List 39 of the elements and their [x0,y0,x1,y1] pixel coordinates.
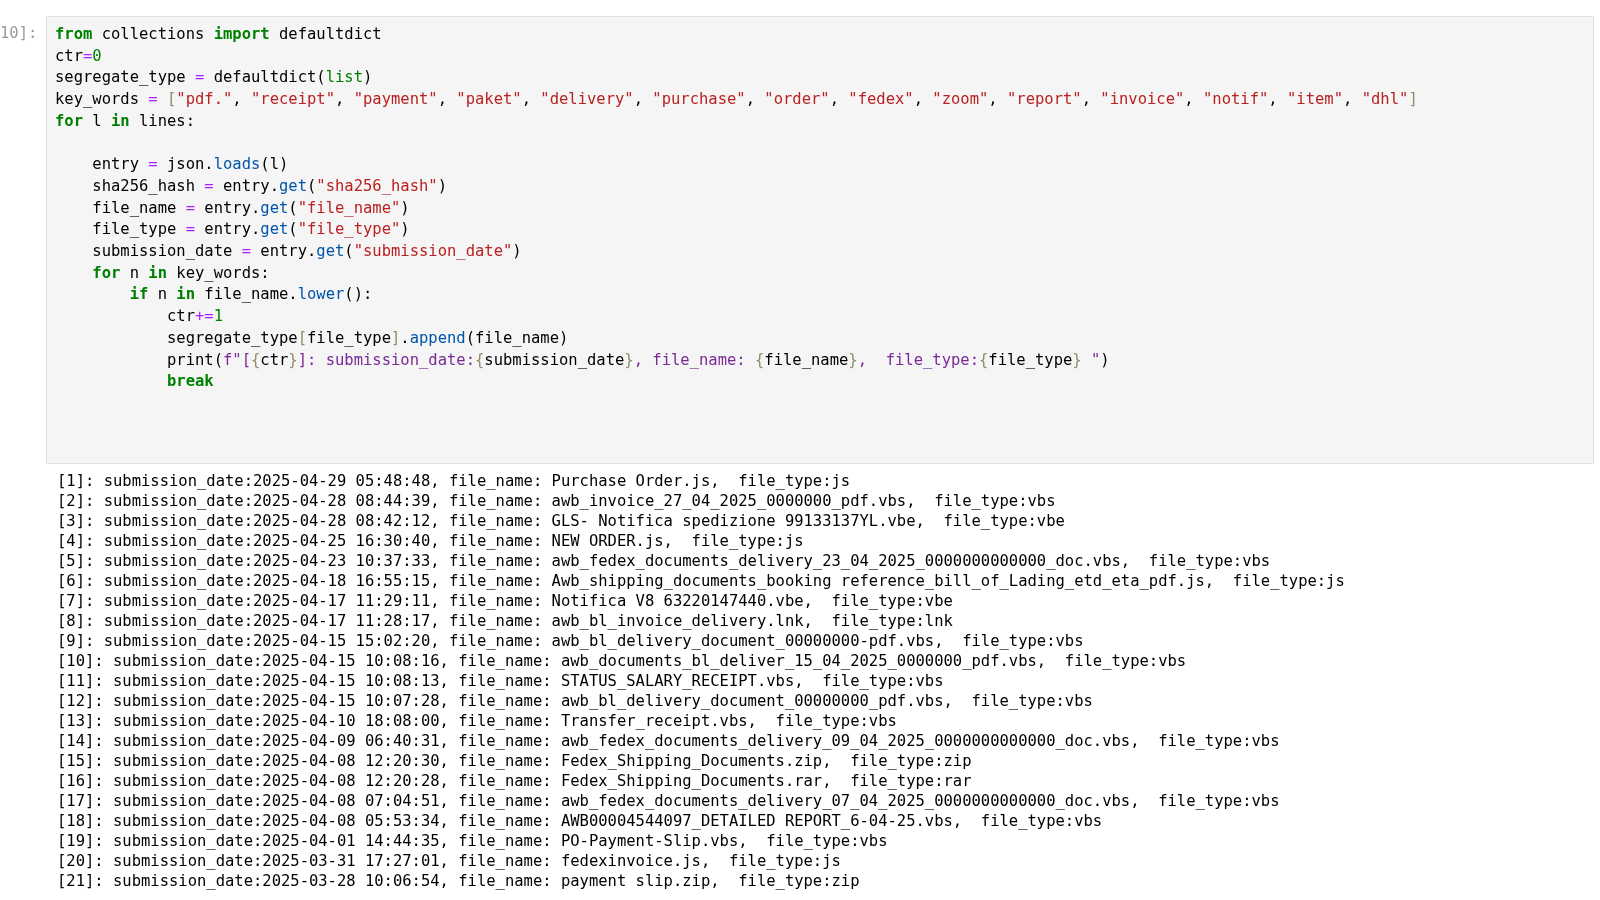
output-line: [6]: submission_date:2025-04-18 16:55:15, file_name: Awb_shipping_documents_booking reference_bill_of_Lading_etd_eta_pdf.js, file_type:js [57,570,1346,591]
output-line: [15]: submission_date:2025-04-08 12:20:30, file_name: Fedex_Shipping_Documents.zip, file_type:zip [57,750,973,771]
code-line: key_words = ["pdf.", "receipt", "payment", "paket", "delivery", "purchase", "order", "fedex", "zoom", "report", "invoice", "notif", "item", "dhl"] [55,89,1419,111]
output-line: [4]: submission_date:2025-04-25 16:30:40, file_name: NEW ORDER.js, file_type:js [57,530,805,551]
code-line: if n in file_name.lower(): [128,284,374,306]
output-line: [1]: submission_date:2025-04-29 05:48:48, file_name: Purchase Order.js, file_type:js [57,470,852,491]
code-line: entry = json.loads(l) [91,154,290,176]
code-line: print(f"[{ctr}]: submission_date:{submission_date}, file_name: {file_name}, file_type:{file_type} ") [165,349,1111,371]
output-line: [12]: submission_date:2025-04-15 10:07:28, file_name: awb_bl_delivery_document_00000000_pdf.vbs, file_type:vbs [57,690,1094,711]
code-line: for n in key_words: [91,262,271,284]
code-line: from collections import defaultdict [55,24,383,45]
code-line: segregate_type = defaultdict(list) [55,67,374,89]
code-line: segregate_type[file_type].append(file_name) [165,327,570,349]
output-line: [11]: submission_date:2025-04-15 10:08:13, file_name: STATUS_SALARY_RECEIPT.vbs, file_type:vbs [57,670,945,691]
output-line: [21]: submission_date:2025-03-28 10:06:54, file_name: payment slip.zip, file_type:zip [57,870,861,891]
output-line: [18]: submission_date:2025-04-08 05:53:34, file_name: AWB00004544097_DETAILED REPORT_6-04-25.vbs, file_type:vbs [57,810,1104,831]
output-line: [7]: submission_date:2025-04-17 11:29:11, file_name: Notifica V8 63220147440.vbe, file_type:vbe [57,590,954,611]
code-editor[interactable] [46,16,1594,464]
output-line: [14]: submission_date:2025-04-09 06:40:31, file_name: awb_fedex_documents_delivery_09_04_2025_0000000000000_doc.vbs, file_type:vbs [57,730,1281,751]
output-line: [13]: submission_date:2025-04-10 18:08:00, file_name: Transfer_receipt.vbs, file_type:vbs [57,710,898,731]
code-line: sha256_hash = entry.get("sha256_hash") [91,175,448,197]
cell-prompt: 10]: [0,23,39,44]
code-line: file_name = entry.get("file_name") [91,197,411,219]
output-line: [3]: submission_date:2025-04-28 08:42:12, file_name: GLS- Notifica spedizione 99133137YL.vbe, file_type:vbe [57,510,1066,531]
code-line: ctr+=1 [165,306,224,328]
output-line: [19]: submission_date:2025-04-01 14:44:35, file_name: PO-Payment-Slip.vbs, file_type:vbs [57,830,889,851]
output-line: [10]: submission_date:2025-04-15 10:08:16, file_name: awb_documents_bl_deliver_15_04_2025_0000000_pdf.vbs, file_type:vbs [57,650,1188,671]
code-line: ctr=0 [55,45,103,67]
code-line: break [165,371,215,393]
output-line: [5]: submission_date:2025-04-23 10:37:33, file_name: awb_fedex_documents_delivery_23_04_2025_0000000000000_doc.vbs, file_type:vbs [57,550,1272,571]
output-line: [2]: submission_date:2025-04-28 08:44:39, file_name: awb_invoice_27_04_2025_0000000_pdf.vbs, file_type:vbs [57,490,1057,511]
output-line: [20]: submission_date:2025-03-31 17:27:01, file_name: fedexinvoice.js, file_type:js [57,850,842,871]
output-line: [8]: submission_date:2025-04-17 11:28:17, file_name: awb_bl_invoice_delivery.lnk, file_type:lnk [57,610,954,631]
output-line: [9]: submission_date:2025-04-15 15:02:20, file_name: awb_bl_delivery_document_00000000-pdf.vbs, file_type:vbs [57,630,1085,651]
code-line: submission_date = entry.get("submission_date") [91,241,523,262]
output-line: [17]: submission_date:2025-04-08 07:04:51, file_name: awb_fedex_documents_delivery_07_04_2025_0000000000000_doc.vbs, file_type:vbs [57,790,1281,811]
output-line: [16]: submission_date:2025-04-08 12:20:28, file_name: Fedex_Shipping_Documents.rar, file_type:rar [57,770,973,791]
code-line: for l in lines: [55,110,196,132]
code-line: file_type = entry.get("file_type") [91,219,411,241]
